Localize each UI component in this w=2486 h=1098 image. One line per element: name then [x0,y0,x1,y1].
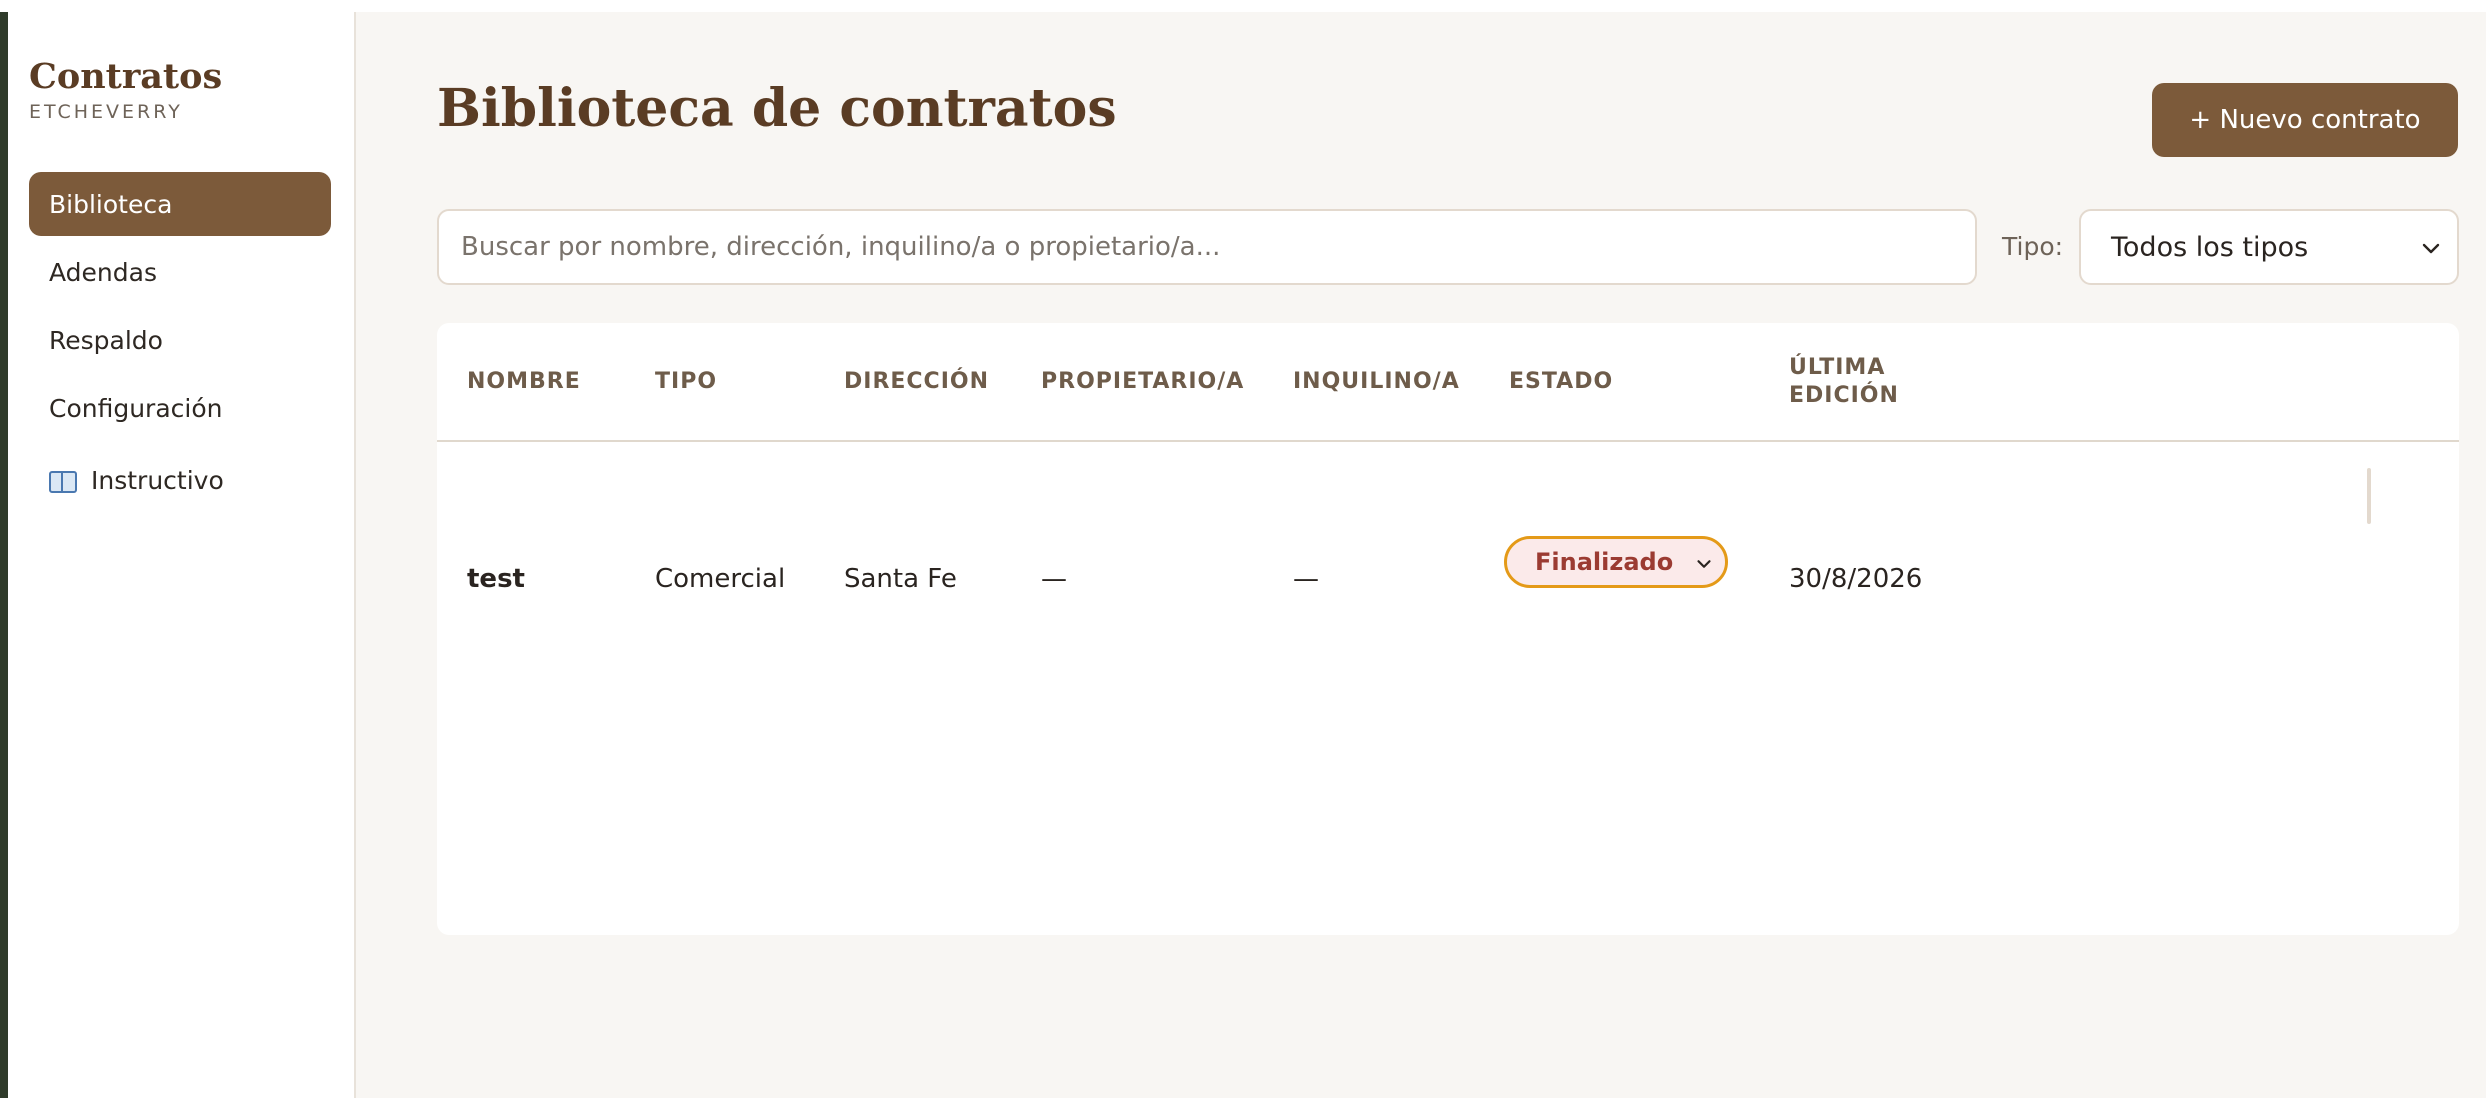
chevron-down-icon [1697,560,1711,568]
main-content: Biblioteca de contratos + Nuevo contrato… [358,12,2486,1098]
column-header-tenant[interactable]: INQUILINO/A [1293,323,1460,441]
brand-subtitle: ETCHEVERRY [29,101,183,123]
sidebar: Contratos ETCHEVERRY Biblioteca Adendas … [8,12,356,1098]
column-header-type[interactable]: TIPO [655,323,717,441]
cell-owner: — [1041,564,1067,594]
cell-address: Santa Fe [844,564,957,594]
sidebar-item-label: Respaldo [49,325,163,355]
column-header-owner[interactable]: PROPIETARIO/A [1041,323,1244,441]
window-top-edge [0,0,2486,12]
sidebar-item-label: Configuración [49,393,223,423]
sidebar-item-adendas[interactable]: Adendas [29,240,331,304]
sidebar-item-respaldo[interactable]: Respaldo [29,308,331,372]
header-divider [437,440,2459,442]
sidebar-item-biblioteca[interactable]: Biblioteca [29,172,331,236]
sidebar-item-label: Instructivo [91,465,224,495]
type-filter-value: Todos los tipos [2111,231,2309,263]
page-title: Biblioteca de contratos [437,78,1117,139]
edit-button[interactable] [2367,468,2371,524]
sidebar-item-label: Adendas [49,257,157,287]
type-filter-select[interactable]: Todos los tipos [2079,209,2459,285]
brand-title: Contratos [29,56,223,97]
cell-tenant: — [1293,564,1319,594]
sidebar-nav: Biblioteca Adendas Respaldo Configuració… [29,172,331,516]
status-select[interactable]: Finalizado [1504,536,1728,588]
column-header-name[interactable]: NOMBRE [467,323,581,441]
search-input[interactable] [437,209,1977,285]
status-value: Finalizado [1535,548,1674,576]
chevron-down-icon [2422,243,2440,254]
sidebar-item-instructivo[interactable]: Instructivo [29,448,331,512]
book-icon [49,469,77,493]
sidebar-item-label: Biblioteca [49,189,173,219]
column-header-status[interactable]: ESTADO [1509,323,1613,441]
cell-type: Comercial [655,564,786,594]
column-header-last-edit[interactable]: ÚLTIMA EDICIÓN [1789,323,1929,441]
cell-name: test [467,564,525,594]
sidebar-item-configuracion[interactable]: Configuración [29,376,331,440]
type-filter-label: Tipo: [2002,232,2064,261]
cell-last-edit: 30/8/2026 [1789,564,1923,594]
contracts-table: NOMBRE TIPO DIRECCIÓN PROPIETARIO/A INQU… [437,323,2459,935]
window-edge [0,0,8,1098]
new-contract-button[interactable]: + Nuevo contrato [2152,83,2458,157]
column-header-address[interactable]: DIRECCIÓN [844,323,989,441]
